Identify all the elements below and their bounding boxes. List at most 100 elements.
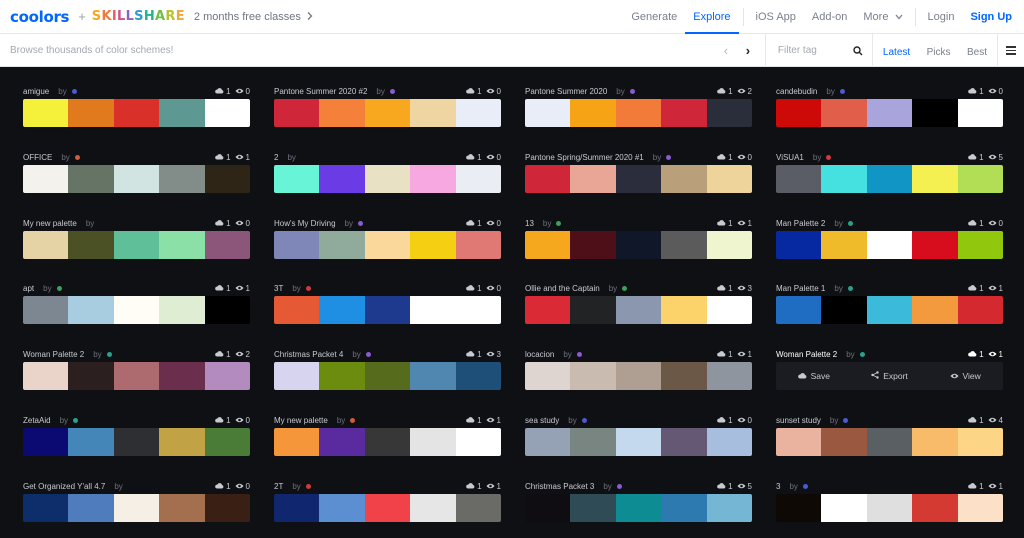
color-swatch[interactable]: [570, 494, 616, 522]
color-swatch[interactable]: [364, 362, 411, 390]
color-swatch[interactable]: [661, 494, 707, 522]
color-swatch[interactable]: [821, 165, 867, 193]
color-swatch[interactable]: [866, 165, 913, 193]
color-swatch[interactable]: [204, 296, 250, 324]
color-swatch[interactable]: [364, 494, 411, 522]
author-avatar[interactable]: [622, 285, 628, 291]
color-swatch[interactable]: [957, 99, 1003, 127]
color-swatch[interactable]: [410, 428, 456, 456]
color-swatch[interactable]: [364, 165, 411, 193]
color-swatch[interactable]: [957, 296, 1003, 324]
color-swatch[interactable]: [525, 362, 571, 390]
search-input[interactable]: Browse thousands of color schemes!: [10, 45, 173, 56]
tab-latest[interactable]: Latest: [883, 47, 910, 58]
color-swatch[interactable]: [455, 494, 501, 522]
color-swatch[interactable]: [912, 428, 958, 456]
tab-picks[interactable]: Picks: [927, 47, 951, 58]
color-swatch[interactable]: [455, 99, 501, 127]
color-swatch[interactable]: [615, 428, 662, 456]
prev-page-icon[interactable]: ‹: [715, 43, 737, 58]
tab-best[interactable]: Best: [967, 47, 987, 58]
color-swatch[interactable]: [274, 231, 320, 259]
color-swatch[interactable]: [204, 362, 250, 390]
palette-card[interactable]: Ollie and the Captain by 1 3: [525, 281, 752, 325]
color-swatch[interactable]: [159, 99, 205, 127]
author-avatar[interactable]: [576, 351, 582, 357]
palette-card[interactable]: Woman Palette 2 by 1 1 Save Export View: [776, 347, 1003, 391]
color-swatch[interactable]: [68, 99, 114, 127]
color-swatch[interactable]: [706, 494, 752, 522]
color-swatch[interactable]: [68, 362, 114, 390]
palette-card[interactable]: How's My Driving by 1 0: [274, 216, 501, 260]
palette-name[interactable]: 2T: [274, 482, 283, 491]
palette-name[interactable]: Woman Palette 2: [776, 350, 837, 359]
promo-link[interactable]: 2 months free classes: [194, 11, 301, 23]
palette-card[interactable]: Christmas Packet 3 by 1 5: [525, 479, 752, 523]
color-swatch[interactable]: [319, 362, 365, 390]
palette-card[interactable]: My new palette by 1 1: [274, 413, 501, 457]
color-swatch[interactable]: [570, 99, 616, 127]
palette-swatches[interactable]: [274, 494, 501, 522]
color-swatch[interactable]: [159, 296, 205, 324]
palette-card[interactable]: 13 by 1 1: [525, 216, 752, 260]
color-swatch[interactable]: [866, 296, 913, 324]
color-swatch[interactable]: [912, 99, 958, 127]
palette-card[interactable]: ViSUA1 by 1 5: [776, 150, 1003, 194]
color-swatch[interactable]: [23, 165, 69, 193]
save-button[interactable]: Save: [776, 371, 852, 381]
palette-card[interactable]: ZetaAid by 1 0: [23, 413, 250, 457]
color-swatch[interactable]: [570, 231, 616, 259]
author-avatar[interactable]: [843, 417, 849, 423]
palette-name[interactable]: ZetaAid: [23, 416, 51, 425]
palette-card[interactable]: Pantone Summer 2020 by 1 2: [525, 84, 752, 128]
palette-name[interactable]: 3: [776, 482, 780, 491]
next-page-icon[interactable]: ›: [737, 43, 759, 58]
color-swatch[interactable]: [661, 231, 707, 259]
author-avatar[interactable]: [71, 88, 77, 94]
filter-tag-input[interactable]: Filter tag: [766, 45, 844, 56]
palette-swatches[interactable]: [274, 99, 501, 127]
color-swatch[interactable]: [615, 165, 662, 193]
palette-swatches[interactable]: [274, 296, 501, 324]
palette-swatches[interactable]: [23, 494, 250, 522]
color-swatch[interactable]: [364, 428, 411, 456]
palette-swatches[interactable]: [525, 165, 752, 193]
palette-name[interactable]: How's My Driving: [274, 219, 336, 228]
color-swatch[interactable]: [274, 296, 320, 324]
color-swatch[interactable]: [866, 231, 913, 259]
palette-card[interactable]: sea study by 1 0: [525, 413, 752, 457]
palette-card[interactable]: 3 by 1 1: [776, 479, 1003, 523]
author-avatar[interactable]: [847, 285, 853, 291]
color-swatch[interactable]: [159, 494, 205, 522]
color-swatch[interactable]: [957, 165, 1003, 193]
color-swatch[interactable]: [364, 296, 411, 324]
color-swatch[interactable]: [113, 428, 160, 456]
color-swatch[interactable]: [113, 99, 160, 127]
palette-swatches[interactable]: [776, 99, 1003, 127]
chevron-right-icon[interactable]: [307, 11, 313, 23]
author-avatar[interactable]: [666, 154, 672, 160]
palette-swatches[interactable]: [525, 231, 752, 259]
color-swatch[interactable]: [274, 494, 320, 522]
palette-name[interactable]: Pantone Summer 2020 #2: [274, 87, 367, 96]
color-swatch[interactable]: [274, 99, 320, 127]
coolors-logo[interactable]: coolors: [10, 8, 69, 26]
color-swatch[interactable]: [23, 296, 69, 324]
palette-name[interactable]: Man Palette 1: [776, 284, 825, 293]
color-swatch[interactable]: [319, 494, 365, 522]
author-avatar[interactable]: [305, 483, 311, 489]
color-swatch[interactable]: [525, 165, 571, 193]
skillshare-logo[interactable]: SKILLSHARE: [92, 9, 185, 24]
color-swatch[interactable]: [113, 165, 160, 193]
color-swatch[interactable]: [706, 99, 752, 127]
color-swatch[interactable]: [706, 165, 752, 193]
color-swatch[interactable]: [319, 165, 365, 193]
palette-name[interactable]: My new palette: [23, 219, 77, 228]
color-swatch[interactable]: [319, 428, 365, 456]
nav-signup[interactable]: Sign Up: [962, 11, 1020, 23]
nav-login[interactable]: Login: [920, 11, 963, 23]
color-swatch[interactable]: [159, 165, 205, 193]
palette-swatches[interactable]: [525, 362, 752, 390]
color-swatch[interactable]: [821, 296, 867, 324]
author-avatar[interactable]: [365, 351, 371, 357]
